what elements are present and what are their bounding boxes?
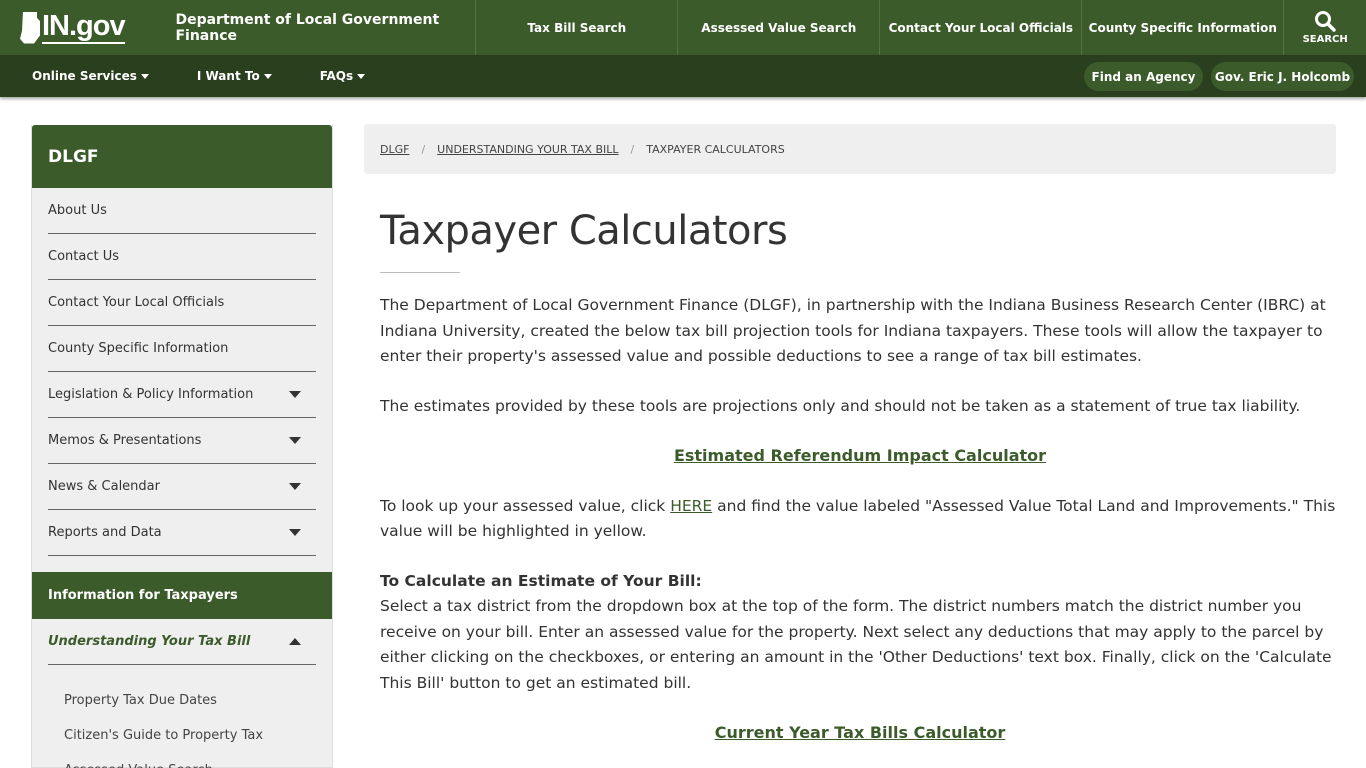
sidebar-item-county-specific[interactable]: County Specific Information: [48, 326, 316, 372]
disclaimer-paragraph: The estimates provided by these tools ar…: [380, 396, 1301, 415]
sidebar: DLGF About Us Contact Us Contact Your Lo…: [31, 125, 333, 768]
sidebar-item-legislation[interactable]: Legislation & Policy Information: [48, 372, 316, 418]
caret-down-icon: [263, 73, 272, 79]
sidebar-item-label: Contact Us: [48, 249, 119, 264]
sidebar-item-label: About Us: [48, 203, 107, 218]
nav-contact-local-officials[interactable]: Contact Your Local Officials: [880, 0, 1083, 55]
logo-text: IN.gov: [42, 9, 126, 44]
top-nav: Tax Bill Search Assessed Value Search Co…: [476, 0, 1285, 55]
sidebar-section-taxpayers[interactable]: Information for Taxpayers: [32, 572, 332, 619]
current-year-calculator-link[interactable]: Current Year Tax Bills Calculator: [715, 723, 1006, 742]
sidebar-item-label: County Specific Information: [48, 341, 229, 356]
search-icon: [1315, 11, 1336, 32]
sidebar-item-label: Legislation & Policy Information: [48, 387, 254, 402]
instructions-paragraph: Select a tax district from the dropdown …: [380, 597, 1332, 692]
indiana-state-icon: [20, 11, 40, 44]
ingov-logo[interactable]: IN.gov: [0, 0, 159, 55]
caret-down-icon: [357, 73, 366, 79]
expand-triangle-icon[interactable]: [289, 391, 301, 398]
sidebar-title[interactable]: DLGF: [32, 125, 332, 188]
sidebar-item-label: Understanding Your Tax Bill: [48, 634, 251, 649]
sidebar-item-label: Reports and Data: [48, 525, 162, 540]
sidebar-item-news[interactable]: News & Calendar: [48, 464, 316, 510]
nav-county-specific-info[interactable]: County Specific Information: [1082, 0, 1285, 55]
title-divider: [380, 272, 460, 273]
menu-i-want-to-label: I Want To: [196, 69, 260, 83]
expand-triangle-icon[interactable]: [289, 437, 301, 444]
sidebar-subitem-due-dates[interactable]: Property Tax Due Dates: [64, 683, 316, 718]
page-title: Taxpayer Calculators: [380, 208, 788, 254]
nav-assessed-value-search[interactable]: Assessed Value Search: [678, 0, 881, 55]
search-button[interactable]: SEARCH: [1284, 0, 1366, 55]
sidebar-item-label: Contact Your Local Officials: [48, 295, 225, 310]
sidebar-item-label: Memos & Presentations: [48, 433, 202, 448]
breadcrumb-separator: /: [421, 142, 426, 156]
sidebar-item-current[interactable]: Understanding Your Tax Bill: [48, 619, 316, 665]
sidebar-item-reports[interactable]: Reports and Data: [48, 510, 316, 556]
caret-down-icon: [140, 73, 149, 79]
collapse-triangle-icon[interactable]: [289, 638, 301, 645]
menu-i-want-to[interactable]: I Want To: [197, 69, 272, 83]
menu-faqs[interactable]: FAQs: [319, 69, 366, 83]
search-label: SEARCH: [1302, 34, 1348, 45]
breadcrumb-understanding[interactable]: UNDERSTANDING YOUR TAX BILL: [437, 143, 618, 156]
top-header: IN.gov Department of Local Government Fi…: [0, 0, 1366, 55]
main-content: The Department of Local Government Finan…: [380, 293, 1340, 768]
menu-online-services[interactable]: Online Services: [32, 69, 149, 83]
sidebar-item-label: News & Calendar: [48, 479, 160, 494]
breadcrumb-dlgf[interactable]: DLGF: [380, 143, 409, 156]
sidebar-subitem-citizens-guide[interactable]: Citizen's Guide to Property Tax: [64, 718, 316, 753]
expand-triangle-icon[interactable]: [289, 529, 301, 536]
sidebar-item-about-us[interactable]: About Us: [48, 188, 316, 234]
menu-online-services-label: Online Services: [32, 69, 137, 83]
breadcrumb: DLGF / UNDERSTANDING YOUR TAX BILL / TAX…: [364, 124, 1336, 174]
intro-paragraph: The Department of Local Government Finan…: [380, 296, 1326, 365]
here-link[interactable]: HERE: [670, 497, 712, 515]
sidebar-item-contact-local-officials[interactable]: Contact Your Local Officials: [48, 280, 316, 326]
lookup-text: To look up your assessed value, click: [380, 496, 671, 515]
sidebar-item-memos[interactable]: Memos & Presentations: [48, 418, 316, 464]
menu-faqs-label: FAQs: [319, 69, 354, 83]
sidebar-item-contact-us[interactable]: Contact Us: [48, 234, 316, 280]
referendum-calculator-link[interactable]: Estimated Referendum Impact Calculator: [674, 446, 1046, 465]
breadcrumb-separator: /: [630, 142, 635, 156]
sidebar-subitem-av-search[interactable]: Assessed Value Search: [64, 753, 316, 768]
governor-button[interactable]: Gov. Eric J. Holcomb: [1211, 62, 1354, 91]
lookup-paragraph: To look up your assessed value, click HE…: [380, 494, 1340, 545]
expand-triangle-icon[interactable]: [289, 483, 301, 490]
agency-name-link[interactable]: Department of Local Government Finance: [159, 0, 477, 55]
nav-tax-bill-search[interactable]: Tax Bill Search: [476, 0, 679, 55]
breadcrumb-current: TAXPAYER CALCULATORS: [646, 142, 785, 156]
calc-heading: To Calculate an Estimate of Your Bill:: [380, 571, 702, 590]
find-agency-button[interactable]: Find an Agency: [1084, 62, 1203, 91]
